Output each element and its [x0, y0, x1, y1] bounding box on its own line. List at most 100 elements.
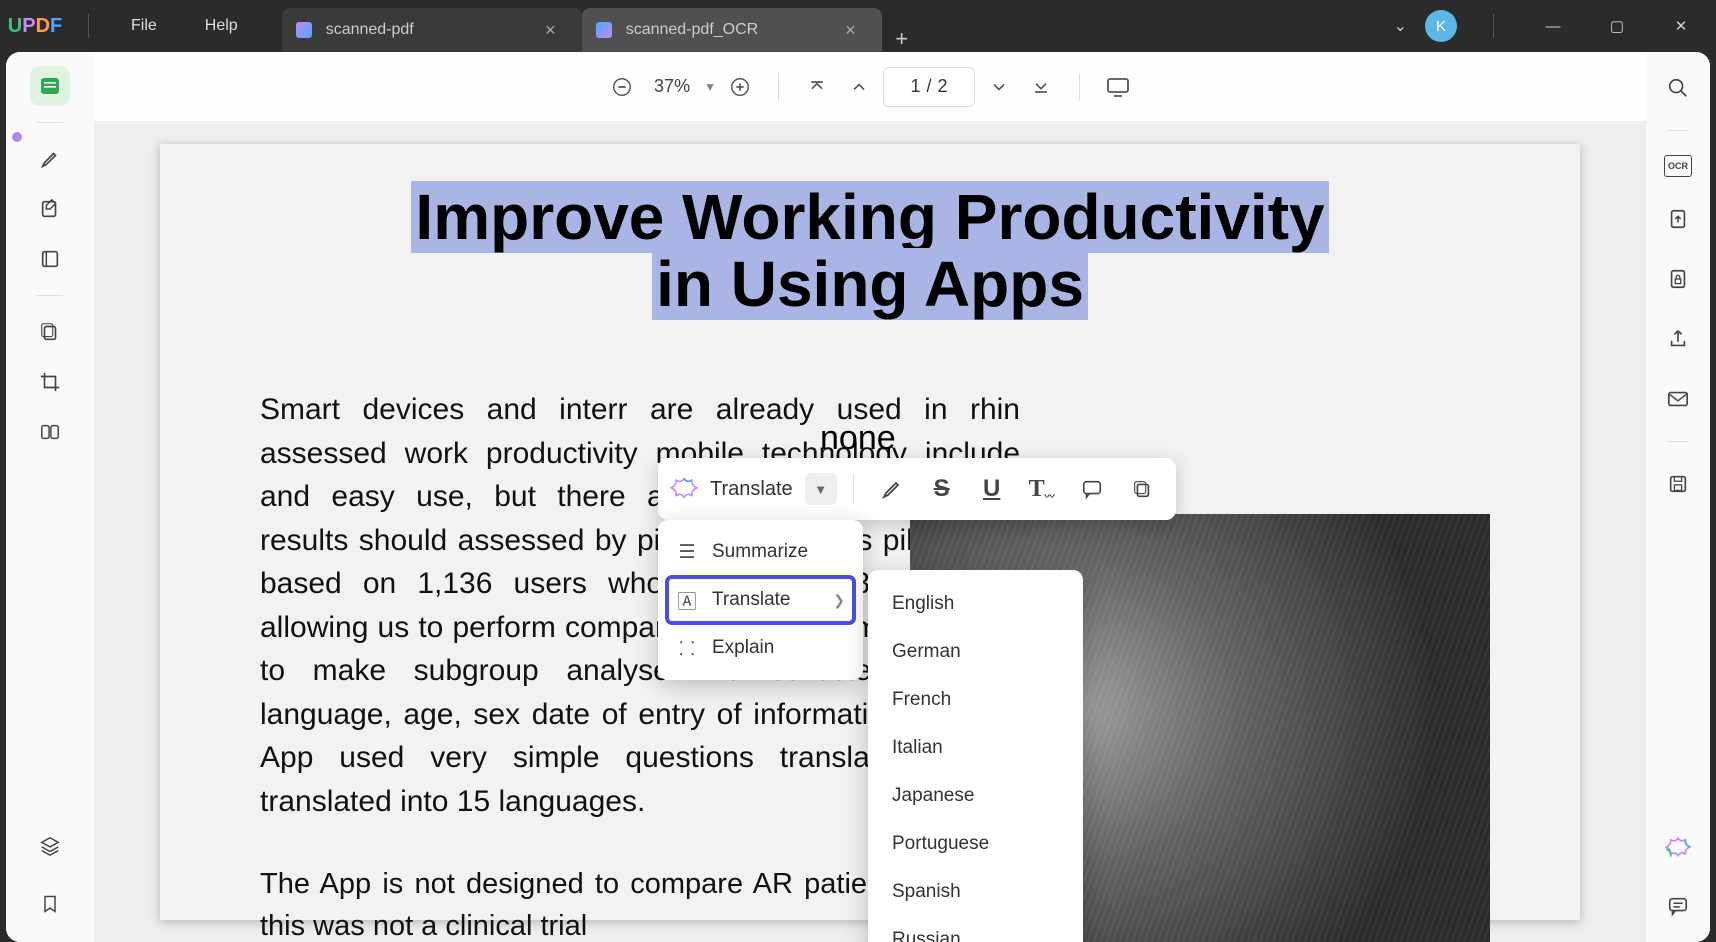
highlighter-icon [880, 477, 904, 501]
menu-translate[interactable]: 🄰 Translate ❯ [666, 576, 855, 624]
convert-button[interactable] [1660, 201, 1696, 237]
menu-explain[interactable]: ⸬ Explain [666, 624, 855, 672]
reader-tool[interactable] [30, 66, 70, 106]
ocr-button[interactable]: OCR [1664, 155, 1692, 177]
pages-icon [39, 248, 61, 270]
lang-russian[interactable]: Russian [868, 916, 1083, 942]
first-page-button[interactable] [799, 69, 835, 105]
zoom-out-button[interactable] [604, 69, 640, 105]
ai-logo-icon [670, 475, 698, 503]
chevron-up-icon [849, 77, 869, 97]
translate-label: Translate [704, 478, 799, 501]
prev-page-button[interactable] [841, 69, 877, 105]
protect-button[interactable] [1660, 261, 1696, 297]
compare-tool[interactable] [30, 412, 70, 452]
comment-icon [1667, 895, 1689, 917]
search-button[interactable] [1660, 70, 1696, 106]
layers-tool[interactable] [30, 826, 70, 866]
window-maximize-button[interactable]: ▢ [1594, 6, 1640, 46]
comments-panel-button[interactable] [1660, 888, 1696, 924]
lang-english[interactable]: English [868, 580, 1083, 628]
zoom-value: 37% [646, 76, 698, 97]
app-logo: UPDF [0, 15, 70, 38]
book-icon [38, 74, 62, 98]
share-button[interactable] [1660, 321, 1696, 357]
tab-scanned-pdf[interactable]: scanned-pdf × [282, 8, 582, 52]
indicator-dot [12, 132, 22, 142]
present-button[interactable] [1100, 69, 1136, 105]
edit-icon [39, 198, 61, 220]
minus-circle-icon [611, 76, 633, 98]
page-input[interactable]: 1 / 2 [883, 67, 975, 107]
zoom-in-button[interactable] [722, 69, 758, 105]
divider [88, 14, 89, 38]
bookmark-tool[interactable] [30, 884, 70, 924]
page-sep: / [920, 76, 937, 97]
left-sidebar [6, 52, 94, 942]
highlight-button[interactable] [870, 469, 914, 509]
tab-label: scanned-pdf [326, 21, 414, 39]
lang-italian[interactable]: Italian [868, 724, 1083, 772]
lang-spanish[interactable]: Spanish [868, 868, 1083, 916]
tab-favicon [596, 22, 612, 38]
window-minimize-button[interactable]: — [1530, 6, 1576, 46]
menu-help[interactable]: Help [181, 17, 262, 35]
chevron-down-icon[interactable]: ⌄ [1394, 16, 1407, 36]
pages-tool[interactable] [30, 239, 70, 279]
crop-tool[interactable] [30, 362, 70, 402]
menu-label: Explain [712, 637, 774, 659]
chevron-right-icon: ❯ [833, 592, 845, 609]
menu-label: Summarize [712, 541, 808, 563]
tab-scanned-pdf-ocr[interactable]: scanned-pdf_OCR × [582, 8, 882, 52]
copy-button[interactable] [1120, 469, 1164, 509]
ai-action-menu: ☰ Summarize 🄰 Translate ❯ ⸬ Explain [658, 520, 863, 680]
comment-button[interactable] [1070, 469, 1114, 509]
edit-tool[interactable] [30, 189, 70, 229]
plus-circle-icon [729, 76, 751, 98]
crop-icon [39, 371, 61, 393]
window-close-button[interactable]: ✕ [1658, 6, 1704, 46]
close-tab-icon[interactable]: × [539, 20, 562, 41]
copy-icon [39, 321, 61, 343]
user-avatar[interactable]: K [1425, 10, 1457, 42]
explain-icon: ⸬ [676, 635, 698, 661]
close-tab-icon[interactable]: × [839, 20, 862, 41]
next-page-button[interactable] [981, 69, 1017, 105]
underline-button[interactable]: U [970, 469, 1014, 509]
mail-icon [1667, 390, 1689, 408]
strikethrough-button[interactable]: S [920, 469, 964, 509]
lang-french[interactable]: French [868, 676, 1083, 724]
menu-summarize[interactable]: ☰ Summarize [666, 528, 855, 576]
document-viewport[interactable]: Improve Working Productivity in Using Ap… [94, 122, 1646, 942]
save-button[interactable] [1660, 466, 1696, 502]
ai-assistant-button[interactable] [1660, 830, 1696, 866]
share-icon [1667, 328, 1689, 350]
stray-word: none [820, 419, 896, 458]
highlighter-icon [39, 148, 61, 170]
document-title: Improve Working Productivity in Using Ap… [260, 184, 1480, 318]
language-menu: English German French Italian Japanese P… [868, 570, 1083, 942]
email-button[interactable] [1660, 381, 1696, 417]
right-sidebar: OCR [1646, 52, 1710, 942]
highlight-tool[interactable] [30, 139, 70, 179]
menu-file[interactable]: File [107, 17, 181, 35]
separator [37, 122, 63, 123]
comment-icon [1081, 478, 1103, 500]
translate-dropdown[interactable]: ▼ [805, 473, 837, 505]
list-icon: ☰ [676, 541, 698, 564]
compare-icon [39, 421, 61, 443]
separator [853, 474, 854, 504]
save-icon [1667, 473, 1689, 495]
squiggly-button[interactable]: T〰 [1020, 469, 1064, 509]
page-total: 2 [937, 76, 947, 97]
search-icon [1667, 77, 1689, 99]
lang-portuguese[interactable]: Portuguese [868, 820, 1083, 868]
lang-german[interactable]: German [868, 628, 1083, 676]
add-tab-button[interactable]: + [882, 26, 922, 52]
copy-tool[interactable] [30, 312, 70, 352]
zoom-dropdown[interactable]: ▼ [704, 80, 716, 94]
lang-japanese[interactable]: Japanese [868, 772, 1083, 820]
separator [778, 73, 779, 101]
last-page-button[interactable] [1023, 69, 1059, 105]
lock-file-icon [1667, 268, 1689, 290]
